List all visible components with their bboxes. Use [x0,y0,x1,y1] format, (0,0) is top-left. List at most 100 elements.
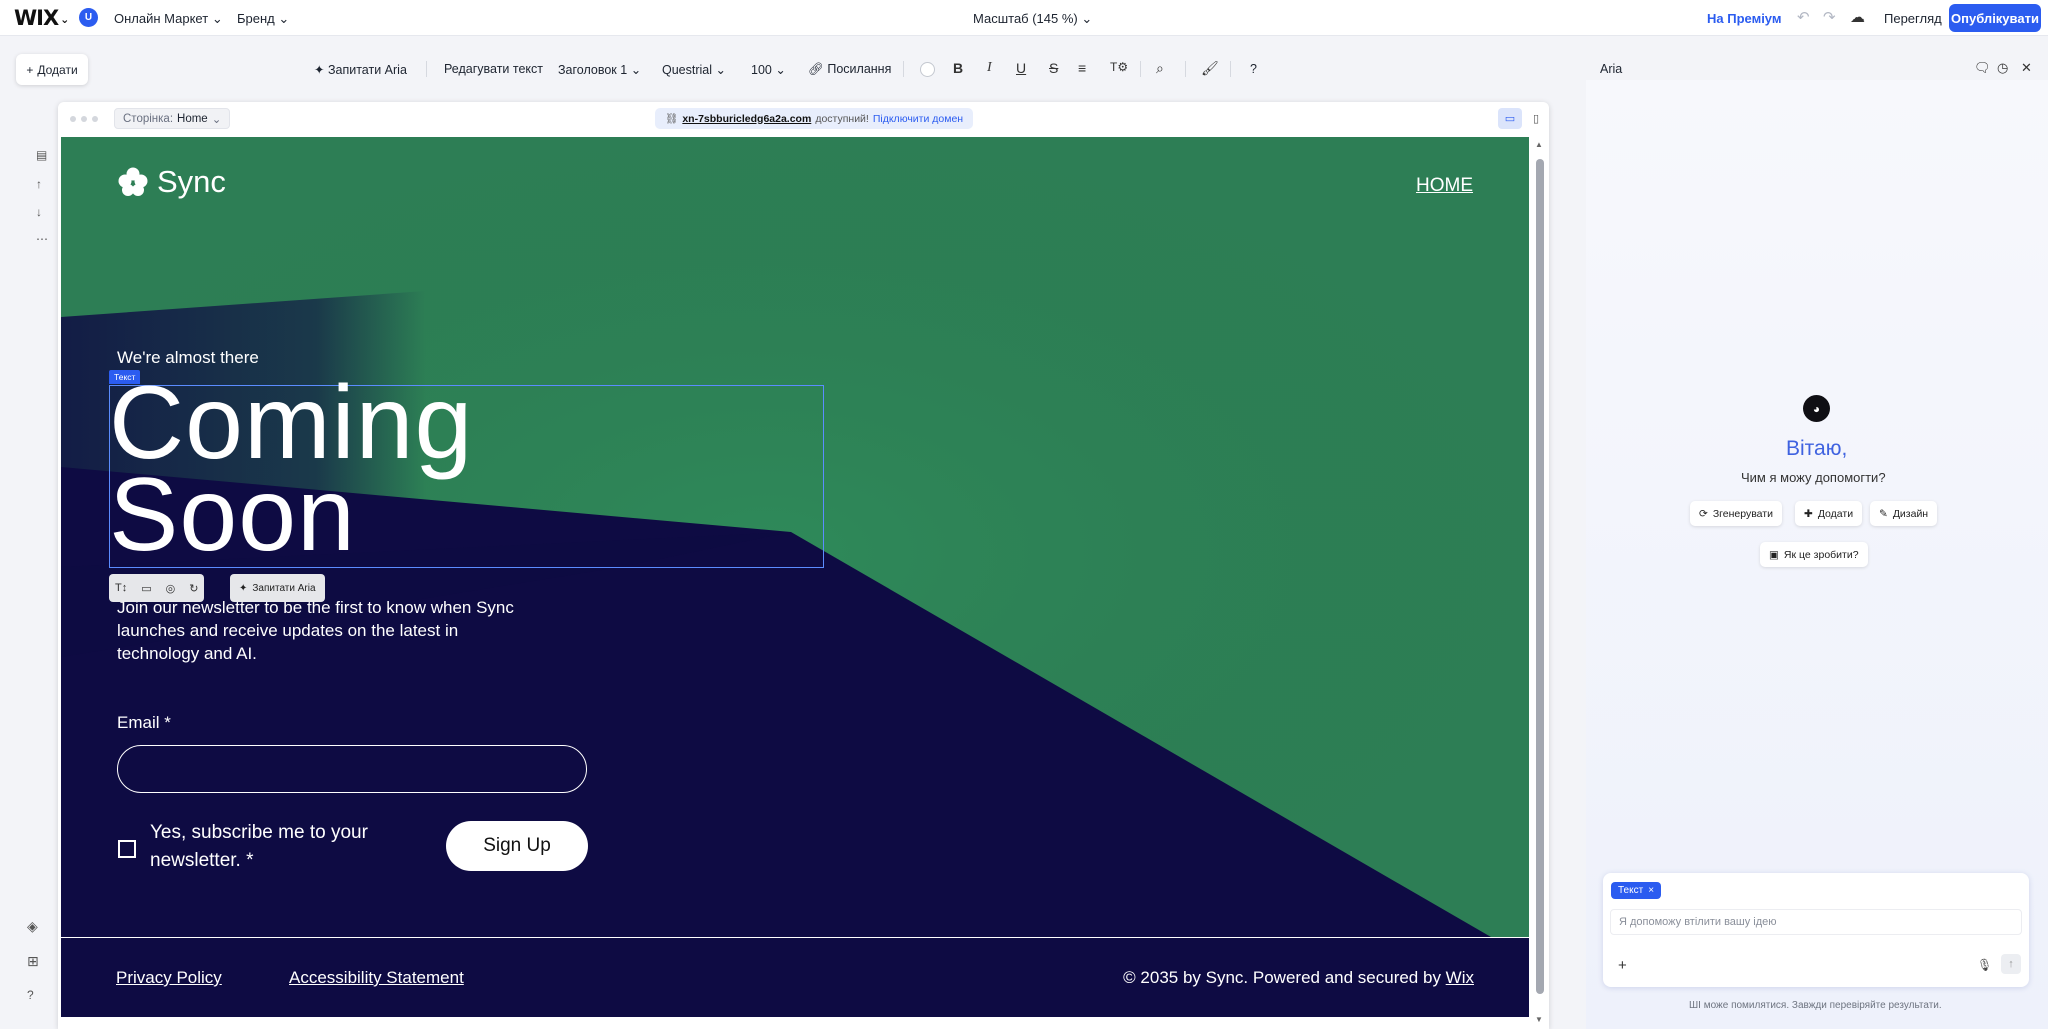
align-icon[interactable]: ≡ [1078,60,1086,76]
page-icon[interactable]: ▤ [36,148,47,162]
add-chip[interactable]: ✚ Додати [1795,501,1863,526]
scroll-thumb[interactable] [1536,159,1544,994]
bold-icon[interactable]: B [953,60,963,76]
wix-logo-text: WIX [14,6,59,30]
site-preview: Sync HOME We're almost there Текст Comin… [61,137,1529,1017]
how-to-chip[interactable]: ▣ Як це зробити? [1760,542,1868,567]
design-chip[interactable]: ✎ Дизайн [1870,501,1938,526]
plus-icon[interactable]: + [1618,957,1627,974]
copyright-text: © 2035 by Sync. Powered and secured by [1123,968,1446,987]
link-label: Посилання [827,62,892,76]
domain-status: доступний! [815,112,869,125]
redo-icon[interactable]: ↷ [1823,8,1836,26]
generate-chip-label: Згенерувати [1712,507,1773,520]
chevron-down-icon: ⌄ [60,12,69,26]
layers-icon[interactable]: ◈ [27,918,38,935]
subscribe-label: Yes, subscribe me to your newsletter. * [150,822,368,871]
book-icon: ▣ [1769,548,1779,561]
mini-ask-aria-label: Запитати Aria [252,582,316,594]
move-up-icon[interactable]: ↑ [36,177,42,191]
email-input[interactable] [117,745,587,793]
microphone-icon[interactable]: 🎙︎ [1977,958,1992,972]
move-down-icon[interactable]: ↓ [36,205,42,219]
mini-ask-aria-button[interactable]: ✦ Запитати Aria [230,574,325,602]
cloud-save-icon[interactable]: ☁ [1850,8,1865,26]
editor-canvas: Сторінка: Home ⌄ ⛓ xn-7sbburicledg6a2a.com… [58,102,1549,1029]
add-icon: ✚ [1804,507,1813,520]
domain-name[interactable]: xn-7sbburicledg6a2a.com [682,113,811,125]
toolbar-divider [1230,61,1231,77]
history-icon[interactable]: ◷ [1997,60,2008,76]
undo-icon[interactable]: ↶ [1797,8,1810,26]
aria-subtitle: Чим я можу допомогти? [1741,470,1886,485]
preview-button[interactable]: Перегляд [1884,11,1942,26]
aria-prompt-box: Текст × Я допоможу втілити вашу ідею + 🎙︎… [1603,873,2029,987]
hero-blurb[interactable]: Join our newsletter to be the first to k… [117,596,537,665]
canvas-header: Сторінка: Home ⌄ ⛓ xn-7sbburicledg6a2a.com… [58,102,1549,136]
layout-icon[interactable]: ▭ [141,582,151,595]
site-menu-label: Онлайн Маркет [114,11,209,26]
accessibility-statement-link[interactable]: Accessibility Statement [289,968,464,988]
font-dropdown[interactable]: Questrial ⌄ [662,62,726,77]
wix-logo-menu[interactable]: WIX ⌄ [14,6,69,30]
site-logo[interactable]: Sync [117,164,226,200]
desktop-view-icon[interactable]: ▭ [1498,108,1522,129]
user-avatar[interactable]: U [79,8,98,27]
font-size-label: 100 [751,63,772,77]
help-icon[interactable]: ? [27,988,34,1002]
page-selector[interactable]: Сторінка: Home ⌄ [114,108,231,129]
comment-icon[interactable]: 🗨︎ [1974,60,1991,76]
privacy-policy-link[interactable]: Privacy Policy [116,968,222,988]
grid-icon[interactable]: ⊞ [27,953,39,970]
brand-menu-label: Бренд [237,11,275,26]
generate-chip[interactable]: ⟳ Згенерувати [1690,501,1782,526]
strikethrough-icon[interactable]: S [1049,60,1058,76]
canvas-scrollbar[interactable]: ▲ ▼ [1532,137,1546,1029]
sign-up-button[interactable]: Sign Up [446,821,588,871]
scroll-up-icon[interactable]: ▲ [1535,140,1543,149]
upgrade-premium-link[interactable]: На Преміум [1707,11,1781,26]
context-chip[interactable]: Текст × [1611,882,1662,899]
close-icon[interactable]: × [1648,885,1654,896]
connect-domain-link[interactable]: Підключити домен [873,113,963,125]
subscribe-checkbox[interactable] [118,840,136,858]
more-icon[interactable]: ⋯ [36,232,48,246]
wix-link[interactable]: Wix [1446,968,1474,987]
text-effects-icon[interactable]: T⚙ [1110,60,1128,74]
toolbar-divider [1185,61,1186,77]
underline-icon[interactable]: U [1016,60,1026,76]
italic-icon[interactable]: I [987,60,992,76]
heading-style-dropdown[interactable]: Заголовок 1 ⌄ [558,62,641,77]
nav-home-link[interactable]: HOME [1416,175,1473,197]
aria-prompt-input[interactable]: Я допоможу втілити вашу ідею [1610,909,2022,935]
send-icon[interactable]: ↑ [2001,954,2021,974]
brand-menu[interactable]: Бренд ⌄ [237,11,289,27]
text-settings-icon[interactable]: T↕ [115,582,127,594]
add-elements-button[interactable]: + Додати [16,54,88,85]
text-color-swatch[interactable] [920,62,935,77]
hero-headline[interactable]: Coming Soon [109,371,473,567]
paint-format-icon[interactable]: 🖌︎ [1201,60,1219,77]
aria-greeting: Вітаю, [1786,437,1848,460]
edit-text-button[interactable]: Редагувати текст [444,62,543,76]
domain-banner: ⛓ xn-7sbburicledg6a2a.com доступний! Під… [655,108,974,129]
hero-section[interactable]: Sync HOME We're almost there Текст Comin… [61,137,1529,937]
ask-aria-button[interactable]: ✦ Запитати Aria [314,62,407,77]
publish-button[interactable]: Опублікувати [1949,4,2041,32]
animation-icon[interactable]: ◎ [166,582,176,595]
site-footer[interactable]: Privacy Policy Accessibility Statement ©… [61,938,1529,1017]
find-icon[interactable]: ⌕ [1156,60,1164,77]
page-label: Сторінка: [123,112,174,125]
close-icon[interactable]: ✕ [2021,60,2032,76]
context-chip-label: Текст [1618,885,1644,896]
site-logo-text: Sync [157,164,226,199]
link-button[interactable]: 🔗︎ Посилання [808,62,891,77]
mobile-view-icon[interactable]: ▯ [1526,108,1546,129]
help-button[interactable]: ? [1250,62,1257,76]
refresh-icon[interactable]: ↻ [189,582,198,595]
scroll-down-icon[interactable]: ▼ [1535,1015,1543,1024]
zoom-menu[interactable]: Масштаб (145 %) ⌄ [973,11,1092,27]
font-size-dropdown[interactable]: 100 ⌄ [751,62,786,77]
site-menu[interactable]: Онлайн Маркет ⌄ [114,11,223,27]
chevron-down-icon: ⌄ [1081,11,1093,26]
